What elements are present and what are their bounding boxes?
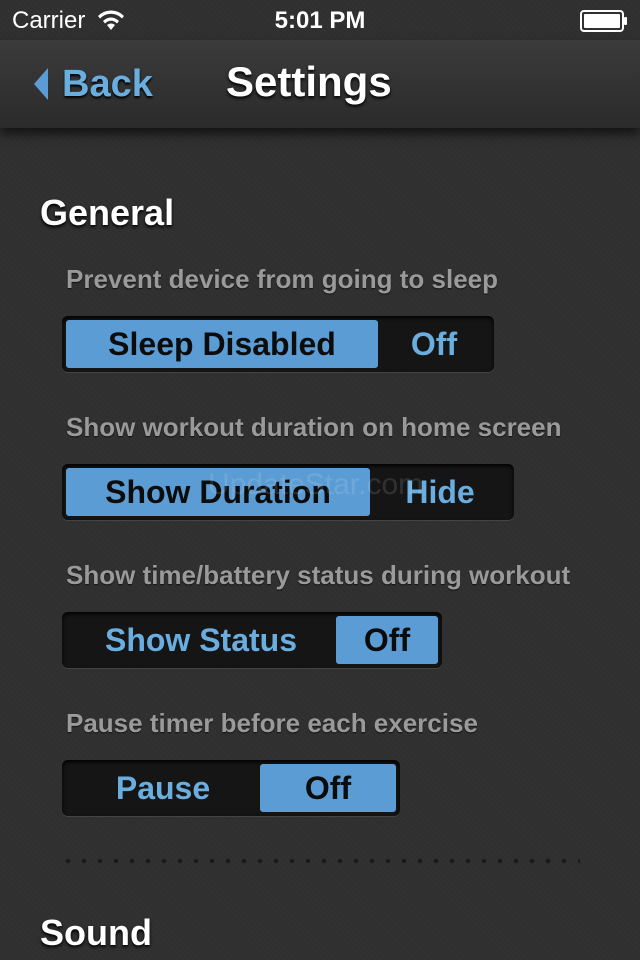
back-button-label: Back [62,62,153,105]
option-label-status: Show time/battery status during workout [66,560,571,590]
pause-off-segment[interactable]: Off [260,764,396,812]
status-bar: Carrier 5:01 PM [0,0,640,40]
chevron-left-icon [34,68,48,100]
option-label-duration: Show workout duration on home screen [66,412,562,442]
settings-screen: Carrier 5:01 PM Back Settings General Pr… [0,0,640,960]
show-duration-segment[interactable]: Show Duration [66,468,370,516]
battery-full-icon [580,10,627,32]
option-label-pause: Pause timer before each exercise [66,708,478,738]
page-title: Settings [226,58,392,105]
navigation-bar: Back Settings [0,40,640,128]
option-label-sleep: Prevent device from going to sleep [66,264,498,294]
back-button[interactable]: Back [30,60,153,108]
pause-segmented-control: Pause Off [62,760,400,816]
status-segmented-control: Show Status Off [62,612,442,668]
sleep-segmented-control: Sleep Disabled Off [62,316,494,372]
duration-segmented-control: Show Duration Hide [62,464,514,520]
status-off-segment[interactable]: Off [336,616,438,664]
show-status-segment[interactable]: Show Status [66,616,336,664]
section-title-general: General [40,192,175,233]
sleep-off-segment[interactable]: Off [378,320,490,368]
pause-segment[interactable]: Pause [66,764,260,812]
section-title-sound: Sound [40,912,152,953]
sleep-disabled-segment[interactable]: Sleep Disabled [66,320,378,368]
section-divider [60,858,580,864]
hide-duration-segment[interactable]: Hide [370,468,510,516]
status-time: 5:01 PM [274,7,366,34]
